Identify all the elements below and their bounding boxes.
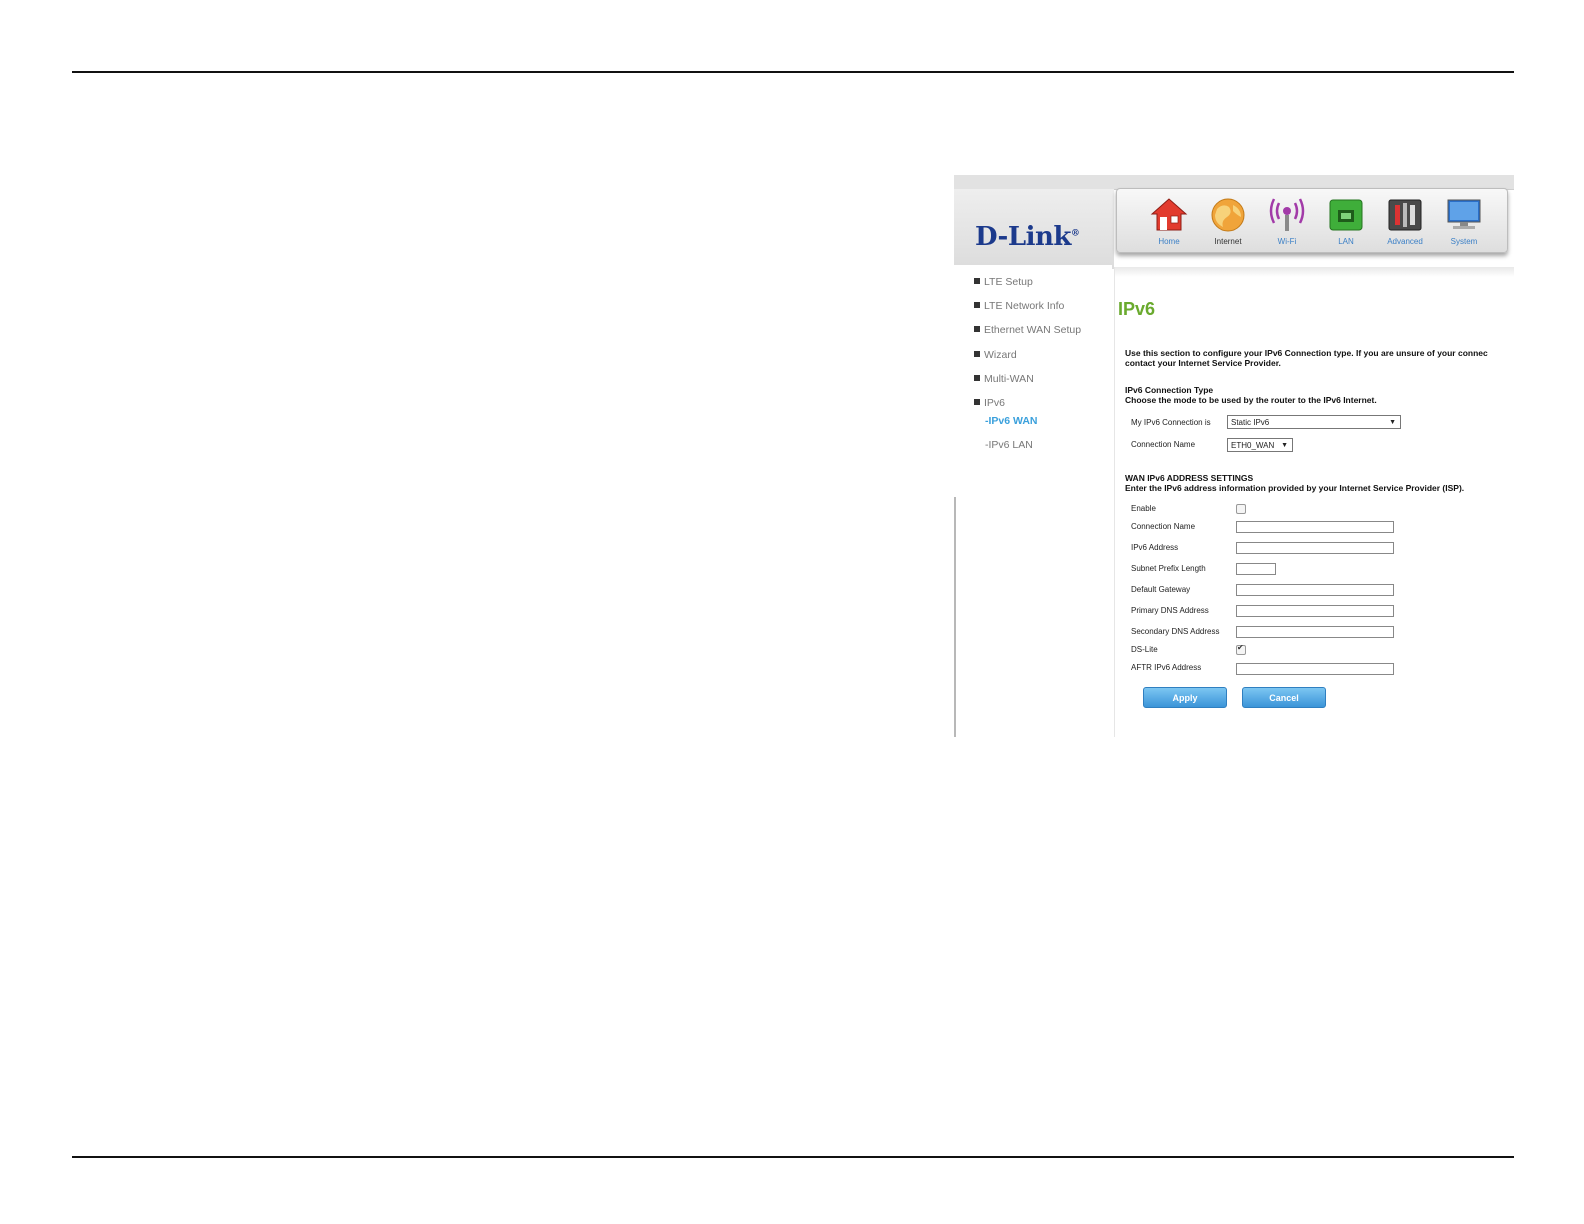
intro-text-line1: Use this section to configure your IPv6 … (1125, 348, 1488, 358)
nav-system-label: System (1450, 237, 1478, 246)
monitor-icon (1447, 199, 1481, 229)
page-title: IPv6 (1118, 299, 1156, 319)
aftr-label: AFTR IPv6 Address (1131, 663, 1202, 672)
nav-home-label: Home (1158, 237, 1180, 246)
bullet-icon (974, 278, 980, 284)
bullet-icon (974, 326, 980, 332)
enable-checkbox[interactable] (1236, 504, 1246, 514)
router-screenshot: D-Link® Home Internet Wi-Fi LAN Advanced… (954, 175, 1514, 737)
sidebar-item-wizard[interactable]: Wizard (974, 349, 1017, 361)
enable-label: Enable (1131, 504, 1156, 513)
main-content: IPv6 Use this section to configure your … (1114, 267, 1514, 737)
ipv6-address-field[interactable] (1236, 542, 1394, 554)
sidebar-divider (954, 497, 956, 737)
conn-type-heading: IPv6 Connection Type (1125, 385, 1214, 395)
my-conn-label: My IPv6 Connection is (1131, 418, 1211, 427)
connection-name-select[interactable]: ETH0_WAN ▼ (1227, 438, 1293, 452)
default-gateway-field[interactable] (1236, 584, 1394, 596)
default-gateway-label: Default Gateway (1131, 585, 1191, 594)
sidebar-item-multi-wan[interactable]: Multi-WAN (974, 373, 1034, 385)
connection-type-select[interactable]: Static IPv6 ▼ (1227, 415, 1401, 429)
sidebar: LTE Setup LTE Network Info Ethernet WAN … (954, 265, 1112, 505)
dlink-logo: D-Link® (975, 222, 1080, 252)
nav-lan-label: LAN (1338, 237, 1354, 246)
bullet-icon (974, 302, 980, 308)
nav-wifi[interactable]: Wi-Fi (1255, 195, 1311, 251)
wan-settings-heading: WAN IPv6 ADDRESS SETTINGS (1125, 473, 1254, 483)
nav-internet-label: Internet (1214, 237, 1242, 246)
nav-advanced[interactable]: Advanced (1373, 195, 1429, 251)
sidebar-subitem-ipv6-lan[interactable]: -IPv6 LAN (985, 439, 1033, 451)
sidebar-subitem-ipv6-wan[interactable]: -IPv6 WAN (985, 415, 1038, 427)
primary-dns-label: Primary DNS Address (1131, 606, 1209, 615)
connection-name-field[interactable] (1236, 521, 1394, 533)
intro-text-line2: contact your Internet Service Provider. (1125, 358, 1281, 368)
bullet-icon (974, 351, 980, 357)
globe-icon (1211, 198, 1245, 232)
conn-type-desc: Choose the mode to be used by the router… (1125, 395, 1377, 405)
bullet-icon (974, 375, 980, 381)
ipv6-address-label: IPv6 Address (1131, 543, 1179, 552)
top-nav: Home Internet Wi-Fi LAN Advanced System (1116, 188, 1508, 253)
nav-system[interactable]: System (1432, 195, 1488, 251)
bottom-rule (72, 1156, 1514, 1158)
sidebar-item-lte-setup[interactable]: LTE Setup (974, 276, 1033, 288)
apply-button[interactable]: Apply (1143, 687, 1227, 708)
ds-lite-label: DS-Lite (1131, 645, 1158, 654)
wifi-icon (1269, 198, 1305, 231)
secondary-dns-field[interactable] (1236, 626, 1394, 638)
connection-name-label: Connection Name (1131, 522, 1196, 531)
dropdown-arrow-icon: ▼ (1389, 419, 1396, 426)
subnet-prefix-field[interactable] (1236, 563, 1276, 575)
ds-lite-checkbox[interactable] (1236, 643, 1246, 655)
wan-settings-desc: Enter the IPv6 address information provi… (1125, 483, 1465, 493)
nav-internet[interactable]: Internet (1196, 195, 1252, 251)
sidebar-item-lte-network-info[interactable]: LTE Network Info (974, 300, 1064, 312)
logo-area: D-Link® (954, 189, 1114, 269)
secondary-dns-label: Secondary DNS Address (1131, 627, 1220, 636)
top-rule (72, 71, 1514, 73)
nav-advanced-label: Advanced (1387, 237, 1423, 246)
conn-name-label: Connection Name (1131, 440, 1196, 449)
home-icon (1150, 198, 1188, 231)
dropdown-arrow-icon: ▼ (1281, 442, 1288, 449)
sidebar-item-ipv6[interactable]: IPv6 (974, 397, 1005, 409)
cancel-button[interactable]: Cancel (1242, 687, 1326, 708)
nav-wifi-label: Wi-Fi (1277, 237, 1297, 246)
sidebar-item-ethernet-wan-setup[interactable]: Ethernet WAN Setup (974, 324, 1081, 336)
lan-icon (1329, 199, 1363, 231)
subnet-prefix-label: Subnet Prefix Length (1131, 564, 1206, 573)
nav-home[interactable]: Home (1137, 195, 1193, 251)
bullet-icon (974, 399, 980, 405)
nav-lan[interactable]: LAN (1314, 195, 1370, 251)
primary-dns-field[interactable] (1236, 605, 1394, 617)
aftr-field[interactable] (1236, 663, 1394, 675)
tools-icon (1388, 199, 1422, 231)
